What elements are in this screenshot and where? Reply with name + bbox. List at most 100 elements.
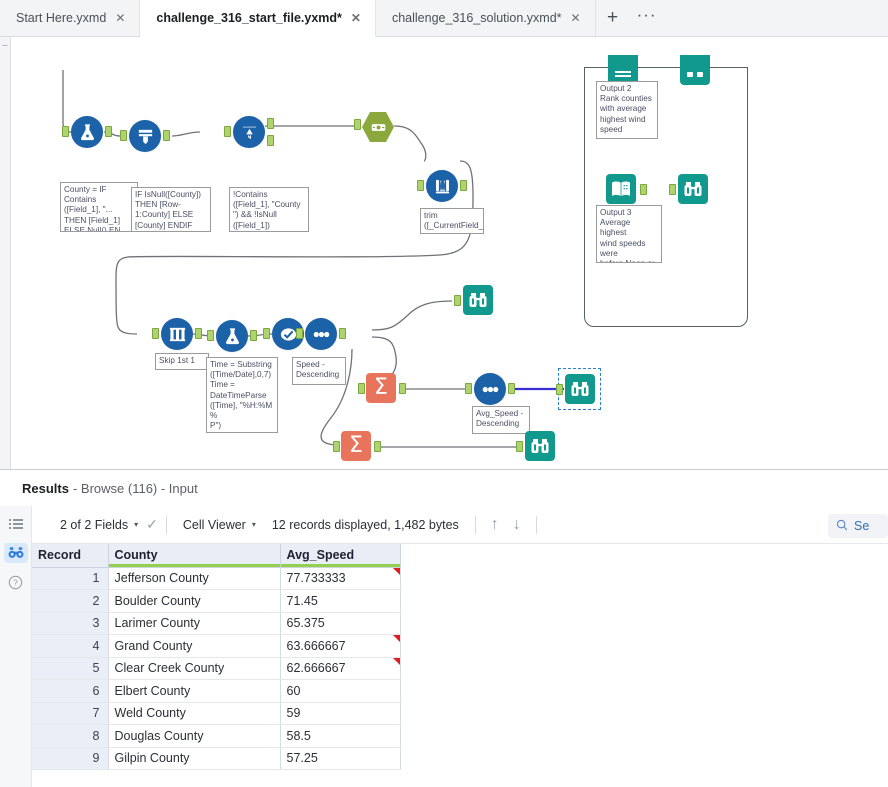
- column-header-county[interactable]: County: [108, 544, 281, 568]
- cell-county[interactable]: Weld County: [108, 702, 281, 725]
- cell-avg-speed[interactable]: 71.45: [280, 589, 401, 613]
- input-port[interactable]: [358, 383, 365, 394]
- input-port[interactable]: [62, 126, 69, 137]
- output-port[interactable]: [195, 328, 202, 339]
- more-tabs-icon[interactable]: ···: [630, 0, 664, 36]
- table-row[interactable]: 6 Elbert County 60: [32, 679, 401, 703]
- tool-multi-row-formula[interactable]: [120, 120, 170, 152]
- annotation-output2[interactable]: Output 2 Rank counties with average high…: [596, 81, 658, 139]
- output-port[interactable]: [374, 441, 381, 452]
- results-data-grid[interactable]: Record County Avg_Speed 1 Jefferson Coun…: [32, 544, 888, 787]
- table-row[interactable]: 1 Jefferson County 77.733333: [32, 567, 401, 590]
- cell-county[interactable]: Gilpin County: [108, 747, 281, 770]
- scroll-down-button[interactable]: ↓: [506, 516, 528, 534]
- column-header-record[interactable]: Record: [32, 544, 109, 568]
- cell-avg-speed[interactable]: 60: [280, 679, 401, 703]
- output-port[interactable]: [105, 126, 112, 137]
- new-tab-button[interactable]: +: [596, 0, 630, 36]
- workflow-canvas[interactable]: – Output 2 Rank counties with average hi…: [0, 37, 888, 469]
- tool-select[interactable]: [152, 318, 202, 350]
- chevron-down-icon[interactable]: ▾: [252, 520, 256, 529]
- table-row[interactable]: 9 Gilpin County 57.25: [32, 747, 401, 770]
- scroll-up-button[interactable]: ↑: [484, 516, 506, 534]
- tool-formula-time[interactable]: [207, 320, 257, 352]
- input-port[interactable]: [152, 328, 159, 339]
- input-port[interactable]: [454, 295, 461, 306]
- annotation-formula-time[interactable]: Time = Substring ([Time/Date],0,7) Time …: [206, 357, 278, 433]
- annotation-multi-row[interactable]: IF IsNull([County]) THEN [Row- 1:County]…: [131, 187, 211, 232]
- cell-avg-speed[interactable]: 62.666667: [280, 657, 401, 680]
- tool-browse-bottom[interactable]: [516, 431, 557, 463]
- annotation-formula-county[interactable]: County = IF Contains ([Field_1], "... TH…: [60, 182, 138, 232]
- table-row[interactable]: 8 Douglas County 58.5: [32, 724, 401, 748]
- cell-county[interactable]: Clear Creek County: [108, 657, 281, 680]
- input-port[interactable]: [669, 184, 676, 195]
- output-port[interactable]: [399, 383, 406, 394]
- close-icon[interactable]: ✕: [569, 12, 583, 24]
- browse-icon[interactable]: [3, 543, 28, 563]
- input-port[interactable]: [263, 328, 270, 339]
- tool-summarize-1[interactable]: Σ: [358, 373, 406, 405]
- cell-county[interactable]: Boulder County: [108, 589, 281, 613]
- false-output-port[interactable]: [267, 135, 274, 146]
- cell-avg-speed[interactable]: 58.5: [280, 724, 401, 748]
- cell-avg-speed[interactable]: 59: [280, 702, 401, 725]
- annotation-sort-speed[interactable]: Speed - Descending: [292, 357, 346, 385]
- list-icon[interactable]: [4, 514, 28, 534]
- output-port[interactable]: [460, 180, 467, 191]
- input-port[interactable]: [333, 441, 340, 452]
- annotation-data-cleanse[interactable]: trim ([_CurrentField_]): [420, 208, 484, 234]
- input-port[interactable]: [207, 330, 214, 341]
- tool-running-total[interactable]: [606, 174, 647, 206]
- cell-avg-speed[interactable]: 77.733333: [280, 567, 401, 590]
- output-port[interactable]: [163, 130, 170, 141]
- annotation-sample[interactable]: Skip 1st 1: [155, 353, 209, 370]
- tool-browse-output3[interactable]: [669, 174, 710, 206]
- tool-browse-top[interactable]: [680, 55, 712, 87]
- tab-challenge-316-start-file[interactable]: challenge_316_start_file.yxmd* ✕: [140, 0, 376, 37]
- cell-avg-speed[interactable]: 57.25: [280, 747, 401, 770]
- fields-selector[interactable]: 2 of 2 Fields ▾: [52, 518, 146, 532]
- close-icon[interactable]: ✕: [113, 12, 127, 24]
- tab-challenge-316-solution[interactable]: challenge_316_solution.yxmd* ✕: [375, 0, 596, 36]
- output-port[interactable]: [339, 328, 346, 339]
- cell-county[interactable]: Jefferson County: [108, 567, 281, 590]
- chevron-down-icon[interactable]: ▾: [134, 520, 138, 529]
- table-row[interactable]: 4 Grand County 63.666667: [32, 634, 401, 658]
- cell-avg-speed[interactable]: 63.666667: [280, 634, 401, 658]
- annotation-sort-avg-speed[interactable]: Avg_Speed - Descending: [472, 406, 530, 434]
- input-port[interactable]: [354, 119, 361, 130]
- help-icon[interactable]: ?: [4, 572, 28, 592]
- output-port[interactable]: [508, 383, 515, 394]
- tool-summarize-2[interactable]: Σ: [333, 431, 381, 463]
- cell-avg-speed[interactable]: 65.375: [280, 612, 401, 635]
- tool-sort-speed[interactable]: [296, 318, 346, 350]
- column-header-avg-speed[interactable]: Avg_Speed: [280, 544, 401, 568]
- tab-start-here[interactable]: Start Here.yxmd ✕: [0, 0, 141, 36]
- cell-county[interactable]: Elbert County: [108, 679, 281, 703]
- tool-formula-county[interactable]: [62, 116, 112, 148]
- input-port[interactable]: [556, 384, 563, 395]
- input-port[interactable]: [224, 126, 231, 137]
- output-port[interactable]: [640, 184, 647, 195]
- cell-county[interactable]: Douglas County: [108, 724, 281, 748]
- tool-data-cleanse[interactable]: [417, 170, 467, 202]
- true-output-port[interactable]: [267, 118, 274, 129]
- table-row[interactable]: 7 Weld County 59: [32, 702, 401, 725]
- input-port[interactable]: [417, 180, 424, 191]
- table-row[interactable]: 5 Clear Creek County 62.666667: [32, 657, 401, 680]
- table-row[interactable]: 2 Boulder County 71.45: [32, 589, 401, 613]
- table-row[interactable]: 3 Larimer County 65.375: [32, 612, 401, 635]
- input-port[interactable]: [296, 328, 303, 339]
- results-search-box[interactable]: Se: [828, 514, 888, 538]
- tool-browse-middle[interactable]: [454, 285, 495, 317]
- input-port[interactable]: [120, 130, 127, 141]
- close-icon[interactable]: ✕: [349, 12, 363, 24]
- input-port[interactable]: [516, 441, 523, 452]
- cell-county[interactable]: Larimer County: [108, 612, 281, 635]
- input-port[interactable]: [465, 383, 472, 394]
- cell-viewer-selector[interactable]: Cell Viewer ▾: [175, 518, 264, 532]
- cell-county[interactable]: Grand County: [108, 634, 281, 658]
- annotation-filter[interactable]: !Contains ([Field_1], "County ") && !IsN…: [229, 187, 309, 232]
- output-port[interactable]: [250, 330, 257, 341]
